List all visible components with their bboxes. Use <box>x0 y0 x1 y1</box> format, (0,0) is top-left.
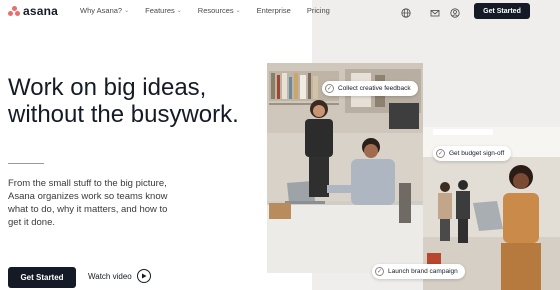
chevron-down-icon: ⌄ <box>124 8 130 14</box>
nav-features[interactable]: Features ⌄ <box>145 6 182 15</box>
nav-enterprise[interactable]: Enterprise <box>257 6 291 15</box>
nav-pricing-label: Pricing <box>306 6 330 15</box>
headline-line-2: without the busywork. <box>8 101 239 128</box>
nav-pricing[interactable]: Pricing <box>307 6 330 15</box>
tag-label: Get budget sign-off <box>449 150 505 157</box>
logo-wordmark: asana <box>23 4 59 18</box>
nav-resources[interactable]: Resources ⌄ <box>198 6 241 15</box>
watch-video-link[interactable]: Watch video <box>88 269 151 283</box>
tag-get-budget-sign-off: ✓ Get budget sign-off <box>433 146 512 161</box>
nav-features-label: Features <box>145 6 175 15</box>
tag-launch-brand-campaign: ✓ Launch brand campaign <box>372 264 465 279</box>
play-icon <box>136 269 151 283</box>
tag-label: Launch brand campaign <box>388 268 458 275</box>
checkmark-icon: ✓ <box>375 267 384 276</box>
tag-collect-creative-feedback: ✓ Collect creative feedback <box>322 81 418 96</box>
checkmark-icon: ✓ <box>325 84 334 93</box>
nav-links: Why Asana? ⌄ Features ⌄ Resources ⌄ Ente… <box>80 6 346 15</box>
hero-subcopy: From the small stuff to the big picture,… <box>8 178 168 228</box>
get-started-nav-button[interactable]: Get Started <box>474 3 530 19</box>
asana-logo[interactable]: asana <box>8 4 58 18</box>
checkmark-icon: ✓ <box>436 149 445 158</box>
headline-line-1: Work on big ideas, <box>8 74 207 101</box>
nav-enterprise-label: Enterprise <box>256 6 291 15</box>
user-icon[interactable] <box>450 5 460 18</box>
top-navigation: asana Why Asana? ⌄ Features ⌄ Resources … <box>0 0 560 22</box>
chevron-down-icon: ⌄ <box>176 8 182 14</box>
nav-resources-label: Resources <box>197 6 234 15</box>
chevron-down-icon: ⌄ <box>235 8 241 14</box>
get-started-button[interactable]: Get Started <box>8 267 76 288</box>
tag-label: Collect creative feedback <box>338 85 411 92</box>
globe-icon[interactable] <box>401 5 411 18</box>
hero-headline: Work on big ideas, without the busywork. <box>8 74 308 128</box>
asana-logo-icon <box>8 5 20 17</box>
hero-divider <box>8 163 44 164</box>
nav-why-asana-label: Why Asana? <box>80 6 123 15</box>
mail-icon[interactable] <box>430 5 440 17</box>
nav-why-asana[interactable]: Why Asana? ⌄ <box>80 6 129 15</box>
watch-video-label: Watch video <box>88 271 132 281</box>
